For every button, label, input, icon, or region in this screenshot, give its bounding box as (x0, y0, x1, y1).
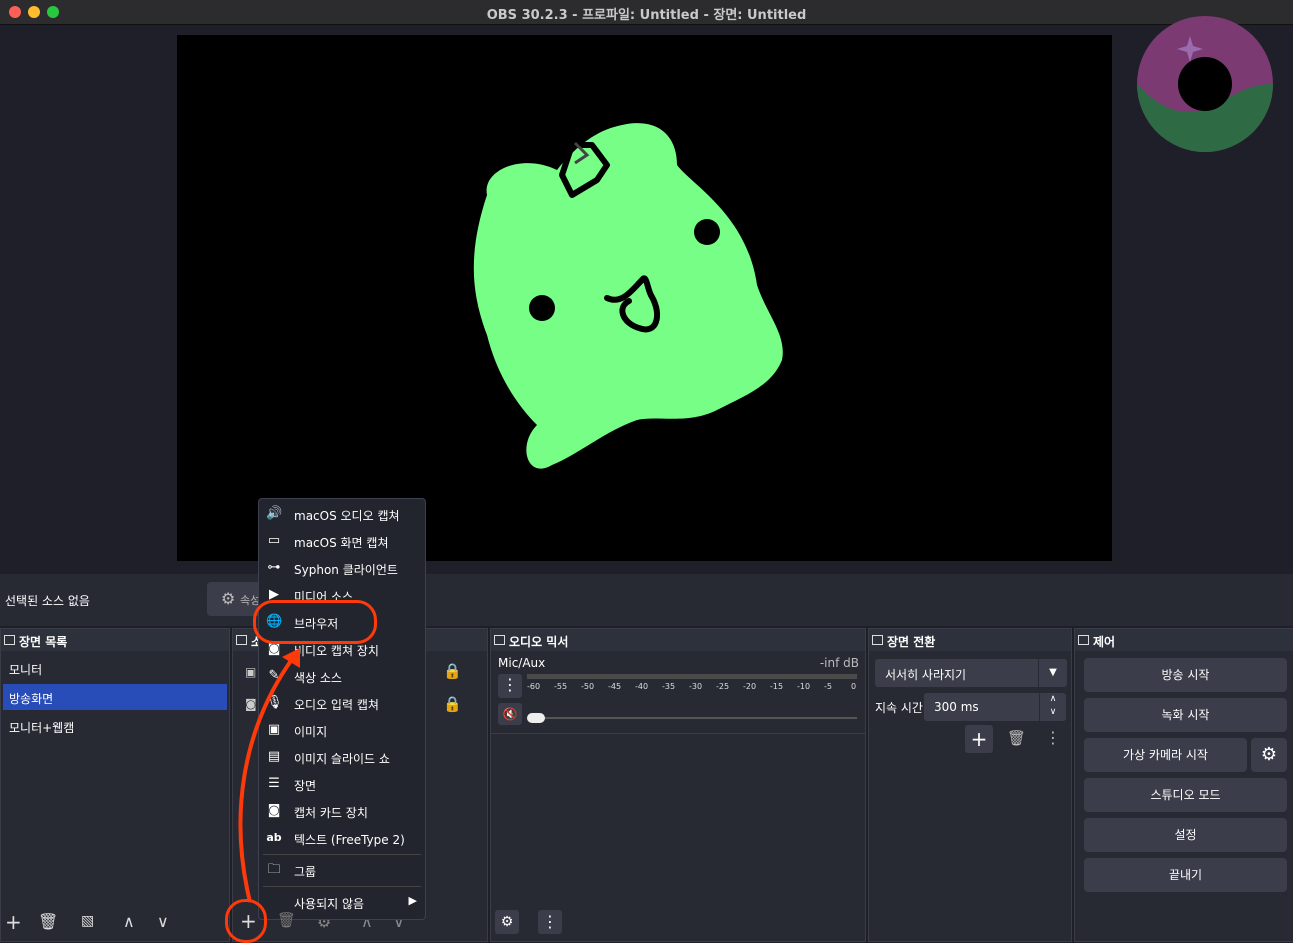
start-streaming-button[interactable]: 방송 시작 (1084, 658, 1287, 692)
meter-tick: -30 (689, 682, 703, 691)
studio-mode-button[interactable]: 스튜디오 모드 (1084, 778, 1287, 812)
meter-ticks: -60 -55 -50 -45 -40 -35 -30 -25 -20 -15 … (527, 682, 857, 694)
no-source-label: 선택된 소스 없음 (5, 594, 90, 608)
obs-logo (1137, 16, 1273, 152)
move-scene-down-button[interactable]: ∨ (157, 912, 169, 931)
mute-icon[interactable]: 🔇 (498, 703, 522, 725)
chevron-down-icon: ▼ (1038, 659, 1067, 687)
transition-type-select[interactable]: 서서히 사라지기 ▼ (875, 659, 1067, 687)
volume-meter (527, 674, 857, 679)
preview-canvas[interactable] (177, 35, 1112, 561)
gear-icon: ⚙ (221, 589, 236, 608)
meter-tick: -25 (716, 682, 730, 691)
add-transition-button[interactable]: + (965, 725, 993, 753)
trash-icon[interactable]: 🗑 (277, 911, 296, 929)
meter-tick: -20 (743, 682, 757, 691)
start-recording-button[interactable]: 녹화 시작 (1084, 698, 1287, 732)
lock-icon[interactable]: 🔒 (443, 695, 462, 713)
menu-item-macos-screen-capture[interactable]: ▭ macOS 화면 캡쳐 (259, 528, 425, 554)
scenes-dock-title: 장면 목록 (1, 629, 229, 651)
mixer-channel-name: Mic/Aux (498, 656, 546, 670)
dock-icon (872, 635, 883, 645)
settings-button[interactable]: 설정 (1084, 818, 1287, 852)
trash-icon[interactable]: 🗑 (1007, 729, 1026, 747)
meter-tick: 0 (851, 682, 857, 691)
meter-tick: -5 (824, 682, 832, 691)
duration-label: 지속 시간 (875, 701, 923, 715)
meter-tick: -50 (581, 682, 595, 691)
dock-icon (4, 635, 15, 645)
menu-item-syphon-client[interactable]: ⊶ Syphon 클라이언트 (259, 555, 425, 581)
mixer-divider (491, 733, 865, 734)
remove-scene-button[interactable]: 🗑 (38, 912, 58, 931)
audio-mixer-dock: 오디오 믹서 Mic/Aux -inf dB ⋮ -60 -55 -50 -45… (490, 628, 866, 942)
duration-field[interactable]: 300 ms ∧ ∨ (924, 693, 1066, 721)
monitor-icon: ▭ (267, 533, 281, 548)
speaker-icon: 🔊 (266, 506, 283, 521)
title-bar: OBS 30.2.3 - 프로파일: Untitled - 장면: Untitl… (0, 0, 1293, 25)
transition-type-value: 서서히 사라지기 (885, 668, 967, 682)
volume-slider-track[interactable] (531, 717, 857, 719)
mixer-more-button[interactable]: ⋮ (538, 910, 562, 934)
volume-slider-handle[interactable] (527, 713, 545, 723)
audio-mixer-title: 오디오 믹서 (491, 629, 865, 651)
meter-tick: -55 (554, 682, 568, 691)
exit-button[interactable]: 끝내기 (1084, 858, 1287, 892)
meter-tick: -35 (662, 682, 676, 691)
browser-highlight-annotation (253, 600, 377, 644)
scene-filter-button[interactable]: ▧ (81, 913, 94, 929)
mixer-menu-button[interactable]: ⋮ (498, 674, 522, 698)
scene-item-broadcast[interactable]: 방송화면 (3, 684, 227, 710)
meter-tick: -45 (608, 682, 622, 691)
scenes-dock: 장면 목록 모니터 방송화면 모니터+웹캠 + 🗑 ▧ ∧ ∨ (0, 628, 230, 942)
gamepad-icon: ⊶ (267, 560, 281, 575)
meter-tick: -40 (635, 682, 649, 691)
dock-icon (494, 635, 505, 645)
meter-tick: -10 (797, 682, 811, 691)
transition-more-button[interactable]: ⋮ (1045, 728, 1061, 747)
mixer-level: -inf dB (819, 656, 859, 670)
chevron-right-icon: ▶ (408, 894, 417, 907)
window-title: OBS 30.2.3 - 프로파일: Untitled - 장면: Untitl… (486, 8, 807, 23)
source-toolbar: 선택된 소스 없음 (0, 574, 1293, 626)
meter-tick: -60 (527, 682, 541, 691)
add-scene-button[interactable]: + (5, 910, 22, 934)
scene-item-monitor-webcam[interactable]: 모니터+웹캠 (3, 713, 227, 739)
transitions-dock: 장면 전환 서서히 사라지기 ▼ 지속 시간 300 ms ∧ ∨ + 🗑 ⋮ (868, 628, 1072, 942)
duration-value: 300 ms (934, 700, 979, 714)
scene-item-monitor[interactable]: 모니터 (3, 655, 227, 681)
lock-icon[interactable]: 🔒 (443, 662, 462, 680)
gear-icon[interactable]: ⚙ (1251, 738, 1287, 772)
controls-title: 제어 (1075, 629, 1293, 651)
move-scene-up-button[interactable]: ∧ (123, 912, 135, 931)
start-virtual-camera-button[interactable]: 가상 카메라 시작 (1084, 738, 1247, 772)
menu-item-macos-audio-capture[interactable]: 🔊 macOS 오디오 캡쳐 (259, 501, 425, 527)
annotation-arrow (238, 648, 300, 903)
duration-stepper[interactable]: ∧ ∨ (1039, 693, 1066, 721)
meter-tick: -15 (770, 682, 784, 691)
dock-icon (1078, 635, 1089, 645)
gear-icon[interactable]: ⚙ (495, 910, 519, 934)
mascot-image (473, 123, 783, 469)
transitions-title: 장면 전환 (869, 629, 1071, 651)
